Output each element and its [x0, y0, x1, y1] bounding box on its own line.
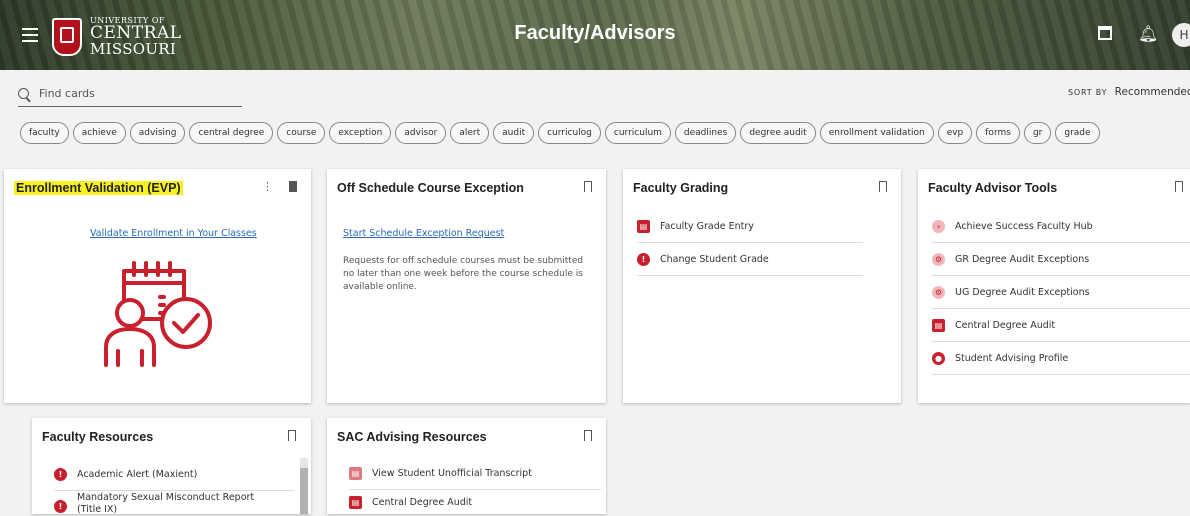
chip-gr[interactable]: gr [1023, 122, 1052, 144]
bookmark-icon[interactable] [584, 430, 592, 445]
chip-evp[interactable]: evp [937, 122, 973, 144]
card-off-schedule-course-exception: Off Schedule Course Exception Start Sche… [327, 169, 606, 403]
card-faculty-advisor-tools: Faculty Advisor Tools › Achieve Success … [918, 169, 1190, 403]
chip-degree-audit[interactable]: degree audit [740, 122, 816, 144]
chip-advising[interactable]: advising [129, 122, 186, 144]
item-label: Achieve Success Faculty Hub [955, 220, 1093, 232]
card-title: SAC Advising Resources [337, 430, 487, 444]
card-faculty-grading: Faculty Grading ▤ Faculty Grade Entry ! … [623, 169, 901, 403]
app-header: UNIVERSITY OF CENTRAL MISSOURI Faculty/A… [0, 0, 1190, 70]
card-title: Enrollment Validation (EVP) [14, 181, 183, 195]
list-item[interactable]: ● Student Advising Profile [932, 342, 1190, 375]
achieve-icon: › [932, 219, 945, 233]
start-exception-request-link[interactable]: Start Schedule Exception Request [343, 228, 504, 239]
list-item[interactable]: ▤ View Student Unofficial Transcript [349, 457, 601, 490]
list-item[interactable]: ▤ Central Degree Audit [932, 309, 1190, 342]
search-input[interactable] [37, 85, 231, 101]
search-bar [18, 80, 242, 107]
bookmark-icon[interactable] [1175, 181, 1183, 196]
chip-deadlines[interactable]: deadlines [674, 122, 737, 144]
chip-forms[interactable]: forms [976, 122, 1020, 144]
card-sac-advising-resources: SAC Advising Resources ▤ View Student Un… [327, 418, 606, 514]
bookmark-icon[interactable] [584, 181, 592, 196]
gears-icon: ⚙ [932, 285, 945, 299]
item-label: UG Degree Audit Exceptions [955, 286, 1090, 298]
item-label: View Student Unofficial Transcript [372, 467, 532, 479]
bookmark-filled-icon[interactable] [289, 181, 297, 196]
card-title: Faculty Resources [42, 430, 154, 444]
avatar[interactable]: H [1172, 23, 1190, 47]
sort-control[interactable]: SORT BY Recommended [1068, 86, 1190, 98]
chip-audit[interactable]: audit [493, 122, 535, 144]
sort-value: Recommended [1114, 86, 1190, 98]
sort-label: SORT BY [1068, 88, 1108, 97]
list-item[interactable]: ▤ Faculty Grade Entry [637, 210, 863, 243]
grade-change-icon: ! [637, 252, 650, 266]
chip-curriculog[interactable]: curriculog [538, 122, 601, 144]
list-item[interactable]: ! Mandatory Sexual Misconduct Report (Ti… [54, 492, 294, 515]
bookmark-icon[interactable] [879, 181, 887, 196]
chip-faculty[interactable]: faculty [20, 122, 69, 144]
profile-icon: ● [932, 351, 945, 365]
chip-exception[interactable]: exception [329, 122, 392, 144]
item-label: Central Degree Audit [955, 319, 1056, 331]
chip-alert[interactable]: alert [450, 122, 490, 144]
university-logo[interactable]: UNIVERSITY OF CENTRAL MISSOURI [52, 17, 182, 57]
item-label: Mandatory Sexual Misconduct Report (Titl… [77, 492, 255, 515]
item-label: Academic Alert (Maxient) [77, 468, 198, 480]
alert-icon: ! [54, 467, 67, 481]
card-description: Requests for off schedule courses must b… [343, 256, 584, 292]
card-title: Off Schedule Course Exception [337, 181, 524, 195]
list-item[interactable]: ⚙ UG Degree Audit Exceptions [932, 276, 1190, 309]
list-item[interactable]: ! Change Student Grade [637, 243, 863, 276]
logo-line-3: MISSOURI [90, 40, 177, 58]
scrollbar[interactable] [300, 458, 308, 514]
bell-icon[interactable]: 🔔︎ [1138, 24, 1158, 43]
list-item[interactable]: › Achieve Success Faculty Hub [932, 210, 1190, 243]
chip-grade[interactable]: grade [1055, 122, 1100, 144]
more-options-icon[interactable]: ⋮ [262, 180, 273, 193]
chip-achieve[interactable]: achieve [72, 122, 126, 144]
item-label: Central Degree Audit [372, 496, 473, 508]
item-label: Faculty Grade Entry [660, 220, 754, 232]
item-label: Student Advising Profile [955, 352, 1069, 364]
filter-chips: faculty achieve advising central degree cour… [20, 120, 1190, 144]
card-title: Faculty Advisor Tools [928, 181, 1058, 195]
list-item[interactable]: ⚙ GR Degree Audit Exceptions [932, 243, 1190, 276]
item-label: GR Degree Audit Exceptions [955, 253, 1090, 265]
chip-course[interactable]: course [277, 122, 326, 144]
chip-central-degree[interactable]: central degree [189, 122, 274, 144]
alert-icon: ! [54, 500, 67, 513]
card-enrollment-validation: Enrollment Validation (EVP) ⋮ Validate E… [4, 169, 311, 403]
list-item[interactable]: ! Academic Alert (Maxient) [54, 458, 294, 491]
chip-enrollment-validation[interactable]: enrollment validation [819, 122, 934, 144]
card-faculty-resources: Faculty Resources ! Academic Alert (Maxi… [32, 418, 311, 515]
search-icon [18, 87, 29, 99]
chip-curriculum[interactable]: curriculum [604, 122, 671, 144]
menu-icon[interactable] [22, 28, 38, 42]
clipboard-icon: ▤ [932, 318, 945, 332]
clipboard-icon: ▤ [349, 495, 362, 509]
clipboard-icon: ▤ [637, 219, 650, 233]
enrollment-calendar-person-icon [104, 261, 212, 367]
chip-advisor[interactable]: advisor [395, 122, 447, 144]
bookmark-icon[interactable] [288, 430, 296, 445]
item-label: Change Student Grade [660, 253, 769, 265]
list-item[interactable]: ▤ Central Degree Audit [349, 490, 601, 514]
transcript-document-icon: ▤ [349, 466, 362, 480]
card-title: Faculty Grading [633, 181, 729, 195]
university-seal-icon [52, 18, 82, 56]
gears-icon: ⚙ [932, 252, 945, 266]
validate-enrollment-link[interactable]: Validate Enrollment in Your Classes [90, 228, 257, 239]
calendar-icon[interactable] [1098, 26, 1112, 40]
